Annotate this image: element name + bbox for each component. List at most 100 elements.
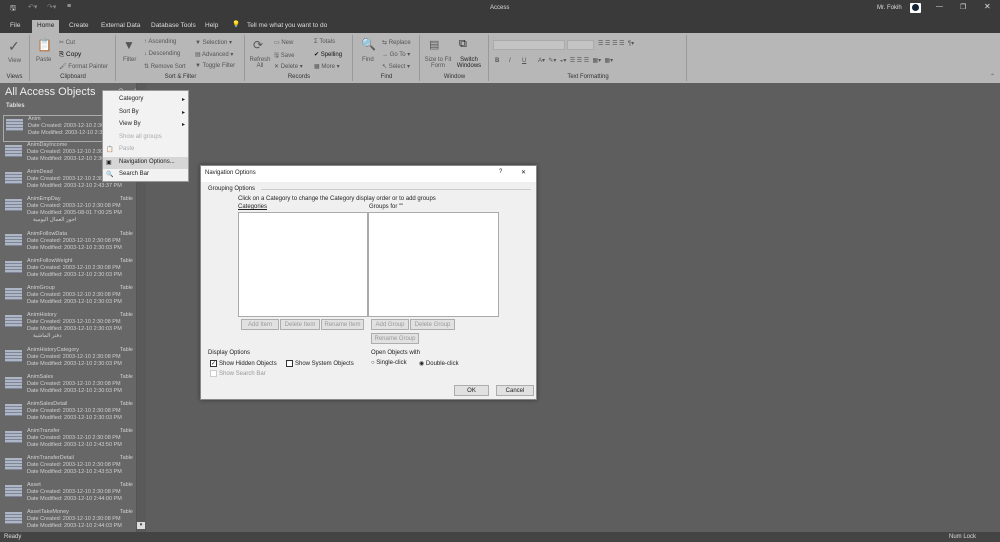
close-icon[interactable]: ✕: [521, 169, 526, 176]
show-system-objects-checkbox[interactable]: Show System Objects: [286, 360, 354, 367]
scroll-down-icon[interactable]: ▾: [137, 522, 145, 529]
view-button[interactable]: View: [8, 58, 21, 64]
tab-home[interactable]: Home: [32, 20, 60, 33]
menu-item-search-bar[interactable]: 🔍 Search Bar: [103, 169, 188, 181]
show-search-bar-checkbox[interactable]: Show Search Bar: [210, 370, 266, 377]
filter-button[interactable]: Filter: [123, 57, 136, 63]
restore-icon[interactable]: ❐: [960, 3, 966, 11]
underline-button[interactable]: U: [522, 58, 526, 64]
paste-icon[interactable]: 📋: [37, 38, 52, 52]
save-icon[interactable]: 🖫: [10, 4, 16, 15]
add-group-button[interactable]: Add Group: [371, 319, 409, 330]
list-buttons[interactable]: ☰ ☰ ☰ ☰ ¶▾: [598, 40, 634, 47]
status-num-lock: Num Lock: [948, 534, 976, 540]
double-click-radio[interactable]: ◉ Double-click: [419, 360, 459, 367]
tab-database-tools[interactable]: Database Tools: [146, 20, 201, 33]
cut-button[interactable]: ✂ Cut: [59, 39, 75, 46]
date-modified: Date Modified: 2003-12-10 2:43:50 PM: [27, 442, 122, 448]
new-record-button[interactable]: ▭ New: [274, 39, 293, 46]
descending-button[interactable]: ↓ Descending: [144, 51, 180, 57]
replace-button[interactable]: ⇆ Replace: [382, 39, 411, 46]
advanced-button[interactable]: ▤ Advanced ▾: [195, 51, 233, 58]
totals-button[interactable]: Σ Totals: [314, 39, 335, 45]
groups-list[interactable]: [368, 212, 499, 317]
tab-create[interactable]: Create: [64, 20, 94, 33]
save-record-button[interactable]: 🖫 Save: [274, 51, 294, 61]
nav-table-item[interactable]: AnimFollowData Table Date Created: 2003-12…: [3, 231, 135, 258]
object-type: Table: [119, 347, 133, 353]
help-icon[interactable]: ?: [499, 169, 502, 175]
table-name: AssetTakeMoney: [27, 509, 69, 515]
nav-table-item[interactable]: AnimSalesDetail Table Date Created: 2003-1…: [3, 401, 135, 428]
show-hidden-objects-checkbox[interactable]: ✓ Show Hidden Objects: [210, 360, 277, 367]
add-item-button[interactable]: Add Item: [241, 319, 279, 330]
single-click-radio[interactable]: ○ Single-click: [371, 360, 407, 366]
customize-qat-icon[interactable]: ≡: [67, 3, 71, 10]
font-name-select[interactable]: [493, 40, 565, 50]
paste-button[interactable]: Paste: [36, 57, 51, 63]
section-tables[interactable]: Tables: [6, 103, 25, 109]
collapse-ribbon-icon[interactable]: ⌃: [990, 73, 995, 80]
selection-button[interactable]: ▼ Selection ▾: [195, 39, 232, 46]
tab-help[interactable]: Help: [200, 20, 223, 33]
nav-table-item[interactable]: AnimHistoryCategory Table Date Created: 20…: [3, 347, 135, 374]
delete-record-button[interactable]: ✕ Delete ▾: [274, 63, 303, 70]
menu-item-sort-by[interactable]: Sort By ▸: [103, 107, 188, 119]
toggle-filter-button[interactable]: ▼ Toggle Filter: [195, 63, 235, 69]
menu-item-navigation-options[interactable]: ▣ Navigation Options...: [103, 156, 188, 169]
delete-item-button[interactable]: Delete Item: [280, 319, 320, 330]
format-painter-button[interactable]: 🖌 Format Painter: [59, 63, 108, 70]
tab-file[interactable]: File: [5, 20, 25, 33]
date-created: Date Created: 2003-12-10 2:30:08 PM: [27, 516, 121, 522]
user-name[interactable]: Mr. Fokih: [877, 5, 902, 11]
spelling-button[interactable]: ✔ Spelling: [314, 51, 342, 58]
ascending-button[interactable]: ↑ Ascending: [144, 39, 176, 45]
nav-table-item[interactable]: AnimFollowWeight Table Date Created: 2003-…: [3, 258, 135, 285]
rename-item-button[interactable]: Rename Item: [321, 319, 364, 330]
menu-item-paste[interactable]: 📋 Paste: [103, 144, 188, 156]
table-icon: [6, 119, 23, 131]
menu-item-view-by[interactable]: View By ▸: [103, 119, 188, 131]
close-icon[interactable]: ✕: [984, 2, 991, 11]
refresh-all-button[interactable]: Refresh All: [249, 57, 271, 69]
goto-button[interactable]: → Go To ▾: [382, 51, 410, 58]
nav-table-item[interactable]: Asset Table Date Created: 2003-12-10 2:30:…: [3, 482, 135, 509]
nav-table-item[interactable]: AnimHistory Table Date Created: 2003-12-10…: [3, 312, 135, 347]
delete-group-button[interactable]: Delete Group: [410, 319, 455, 330]
remove-sort-button[interactable]: ⇅ Remove Sort: [144, 63, 186, 70]
undo-icon[interactable]: ↶▾: [28, 3, 37, 11]
switch-windows-button[interactable]: Switch Windows: [454, 57, 484, 69]
tab-external-data[interactable]: External Data: [96, 20, 145, 33]
date-modified: Date Modified: 2005-08-01 7:00:25 PM: [27, 210, 122, 216]
find-button[interactable]: Find: [362, 57, 374, 63]
date-modified: Date Modified: 2003-12-10 2:30:03 PM: [27, 245, 122, 251]
categories-list[interactable]: [238, 212, 368, 317]
rename-group-button[interactable]: Rename Group: [371, 333, 419, 344]
bold-button[interactable]: B: [495, 58, 499, 64]
nav-table-item[interactable]: AnimTransferDetail Table Date Created: 200…: [3, 455, 135, 482]
font-size-select[interactable]: [567, 40, 594, 50]
copy-button[interactable]: ⎘ Copy: [59, 51, 81, 59]
color-buttons[interactable]: A▾ ✎▾ ◒▾ ☰ ☰ ☰ ▦▾ ▦▾: [538, 57, 613, 64]
nav-table-item[interactable]: AnimGroup Table Date Created: 2003-12-10 2…: [3, 285, 135, 312]
nav-table-item[interactable]: AnimSales Table Date Created: 2003-12-10 2…: [3, 374, 135, 401]
group-label: Find: [380, 74, 393, 80]
table-icon: [5, 172, 22, 184]
more-button[interactable]: ▦ More ▾: [314, 63, 340, 70]
tell-me-input[interactable]: Tell me what you want to do: [247, 22, 327, 29]
menu-item-show-all-groups[interactable]: Show all groups: [103, 132, 188, 144]
table-name: AnimHistoryCategory: [27, 347, 79, 353]
nav-table-item[interactable]: AnimTransfer Table Date Created: 2003-12-1…: [3, 428, 135, 455]
size-to-fit-button[interactable]: Size to Fit Form: [424, 57, 452, 69]
minimize-icon[interactable]: —: [936, 3, 943, 10]
menu-item-category[interactable]: Category ▸: [103, 94, 188, 106]
avatar[interactable]: [910, 3, 921, 13]
ok-button[interactable]: OK: [454, 385, 489, 396]
nav-title[interactable]: All Access Objects: [5, 86, 95, 98]
italic-button[interactable]: I: [509, 58, 511, 64]
cancel-button[interactable]: Cancel: [496, 385, 534, 396]
view-icon[interactable]: ✓: [8, 38, 20, 55]
select-button[interactable]: ↖ Select ▾: [382, 63, 410, 70]
redo-icon[interactable]: ↷▾: [47, 3, 56, 11]
nav-table-item[interactable]: AnimEmpDay Table Date Created: 2003-12-10 …: [3, 196, 135, 231]
